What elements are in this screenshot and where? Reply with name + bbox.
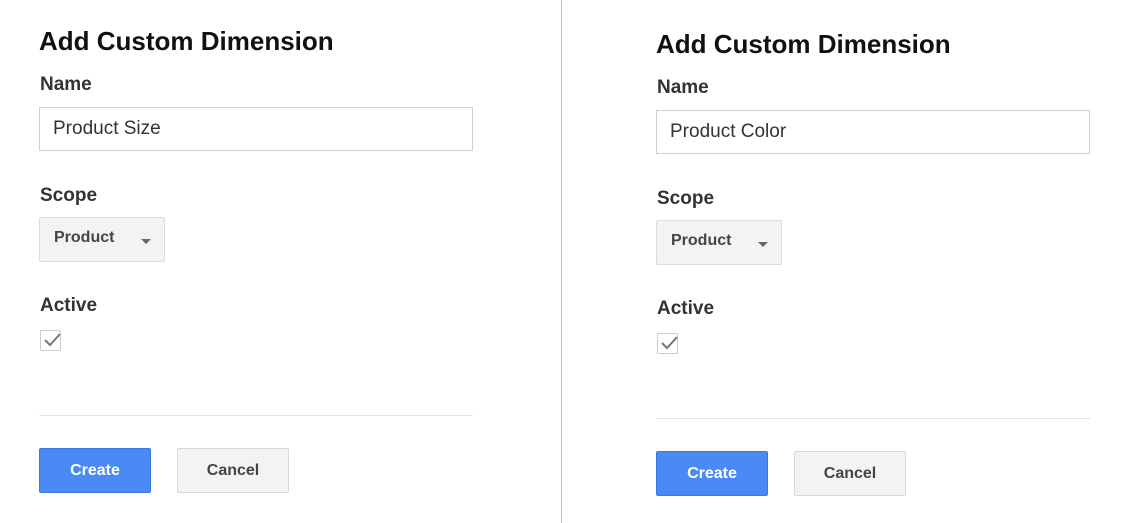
active-checkbox[interactable] bbox=[657, 333, 678, 354]
divider bbox=[39, 415, 473, 416]
active-label: Active bbox=[40, 295, 98, 316]
scope-dropdown[interactable]: Product bbox=[656, 220, 782, 265]
cancel-button[interactable]: Cancel bbox=[177, 448, 289, 493]
form-title: Add Custom Dimension bbox=[656, 29, 951, 59]
name-label: Name bbox=[657, 77, 709, 98]
cancel-button[interactable]: Cancel bbox=[794, 451, 906, 496]
scope-dropdown[interactable]: Product bbox=[39, 217, 165, 262]
caret-down-icon bbox=[141, 239, 151, 244]
checkmark-icon bbox=[661, 336, 678, 350]
name-input[interactable] bbox=[39, 107, 473, 151]
scope-label: Scope bbox=[657, 188, 715, 209]
form-title: Add Custom Dimension bbox=[39, 26, 334, 56]
active-checkbox[interactable] bbox=[40, 330, 61, 351]
panel-divider bbox=[561, 0, 562, 523]
checkmark-icon bbox=[44, 333, 61, 347]
custom-dimension-form-left: Add Custom Dimension Name Scope Product … bbox=[39, 0, 479, 500]
create-button[interactable]: Create bbox=[39, 448, 151, 493]
name-input[interactable] bbox=[656, 110, 1090, 154]
scope-value: Product bbox=[671, 232, 732, 249]
name-label: Name bbox=[40, 74, 92, 95]
scope-label: Scope bbox=[40, 185, 98, 206]
custom-dimension-form-right: Add Custom Dimension Name Scope Product … bbox=[656, 3, 1096, 503]
caret-down-icon bbox=[758, 242, 768, 247]
divider bbox=[656, 418, 1090, 419]
scope-value: Product bbox=[54, 229, 115, 246]
active-label: Active bbox=[657, 298, 715, 319]
create-button[interactable]: Create bbox=[656, 451, 768, 496]
